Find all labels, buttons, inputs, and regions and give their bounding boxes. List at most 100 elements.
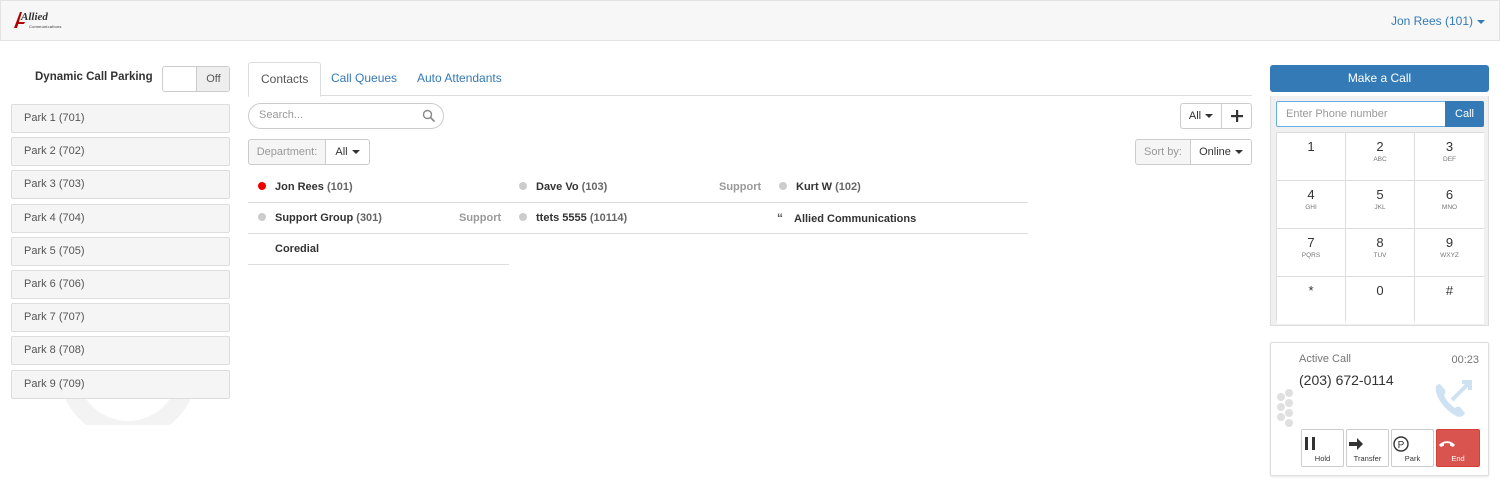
- key-digit: 4: [1307, 187, 1315, 202]
- key-letters: GHI: [1305, 204, 1317, 211]
- key-letters: WXYZ: [1440, 252, 1459, 259]
- key-5[interactable]: 5 JKL: [1346, 181, 1414, 228]
- drag-handle[interactable]: [1277, 389, 1293, 431]
- park-slot-705[interactable]: Park 5 (705): [11, 236, 230, 266]
- sort-value: Online: [1199, 146, 1231, 158]
- tab-contacts[interactable]: Contacts: [248, 62, 322, 97]
- hold-button[interactable]: Hold: [1301, 429, 1344, 467]
- contacts-row: Support Group (301) Support ttets 5555 (…: [248, 203, 1028, 234]
- contact-department: Support: [459, 212, 502, 224]
- contact-ttets-5555[interactable]: ttets 5555 (10114): [519, 203, 627, 234]
- contact-jon-rees[interactable]: Jon Rees (101): [258, 172, 353, 203]
- contact-search: [248, 103, 444, 129]
- key-6[interactable]: 6 MNO: [1415, 181, 1484, 228]
- key-digit: 3: [1445, 139, 1454, 154]
- toggle-knob: [163, 67, 197, 91]
- phone-transfer-icon: [1435, 380, 1472, 417]
- transfer-button[interactable]: Transfer: [1346, 429, 1389, 467]
- key-letters: ABC: [1373, 156, 1387, 163]
- key-3[interactable]: 3 DEF: [1415, 133, 1484, 180]
- call-timer: 00:23: [1451, 354, 1479, 366]
- key-4[interactable]: 4 GHI: [1277, 181, 1345, 228]
- sort-dropdown[interactable]: Online: [1190, 139, 1252, 165]
- active-call-number: (203) 672-0114: [1299, 372, 1394, 388]
- contact-dave-vo[interactable]: Dave Vo (103): [519, 172, 607, 203]
- logo-text: Allied: [21, 11, 48, 23]
- department-dropdown[interactable]: All: [325, 139, 370, 165]
- status-offline-dot: [779, 182, 787, 191]
- park-button[interactable]: P Park: [1391, 429, 1434, 467]
- department-label: Department:: [248, 139, 326, 165]
- park-slot-708[interactable]: Park 8 (708): [11, 336, 230, 366]
- status-offline-dot: [519, 213, 527, 222]
- user-menu-label: Jon Rees (101): [1390, 14, 1473, 28]
- quote-icon: “: [777, 211, 783, 225]
- search-input[interactable]: [259, 109, 419, 121]
- status-offline-dot: [519, 182, 527, 191]
- chevron-down-icon: [351, 150, 360, 155]
- call-parking-toggle[interactable]: Off: [162, 66, 230, 92]
- key-digit: 1: [1307, 139, 1315, 154]
- contact-name: Jon Rees: [275, 181, 324, 193]
- contact-department: Support: [719, 181, 762, 193]
- tab-call-queues[interactable]: Call Queues: [319, 62, 409, 96]
- key-letters: PQRS: [1301, 252, 1321, 259]
- allied-logo[interactable]: Allied Communications: [13, 11, 69, 33]
- park-list: Park 1 (701) Park 2 (702) Park 3 (703) P…: [11, 104, 230, 403]
- contact-support-group[interactable]: Support Group (301): [258, 203, 382, 234]
- park-slot-706[interactable]: Park 6 (706): [11, 269, 230, 299]
- key-letters: DEF: [1443, 156, 1456, 163]
- park-label: Park: [1404, 454, 1421, 463]
- svg-text:P: P: [1398, 440, 1405, 451]
- add-contact-button[interactable]: [1221, 103, 1252, 129]
- park-slot-704[interactable]: Park 4 (704): [11, 203, 230, 233]
- make-a-call-header[interactable]: Make a Call: [1270, 65, 1489, 92]
- key-2[interactable]: 2 ABC: [1346, 133, 1414, 180]
- end-call-button[interactable]: End: [1436, 429, 1480, 467]
- hold-label: Hold: [1314, 454, 1331, 463]
- contact-kurt-w[interactable]: Kurt W (102): [779, 172, 861, 203]
- contact-name: Support Group: [275, 212, 354, 224]
- dialer-panel: Call 1 2 ABC 3 DEF 4 GHI 5 JKL 6 MNO 7 PQRS 8 T…: [1270, 96, 1489, 326]
- tab-auto-attendants[interactable]: Auto Attendants: [405, 62, 514, 96]
- contact-allied-communications[interactable]: “ Allied Communications: [777, 203, 916, 234]
- user-menu[interactable]: Jon Rees (101): [1391, 14, 1485, 28]
- phone-number-input[interactable]: [1276, 101, 1446, 127]
- key-digit: 6: [1445, 187, 1454, 202]
- key-hash[interactable]: #: [1415, 277, 1484, 324]
- park-slot-703[interactable]: Park 3 (703): [11, 170, 230, 200]
- key-star[interactable]: *: [1277, 277, 1345, 324]
- key-7[interactable]: 7 PQRS: [1277, 229, 1345, 276]
- contact-coredial[interactable]: Coredial: [275, 234, 319, 265]
- chevron-down-icon: [1234, 150, 1243, 155]
- key-9[interactable]: 9 WXYZ: [1415, 229, 1484, 276]
- contact-ext: (101): [326, 181, 353, 193]
- park-slot-701[interactable]: Park 1 (701): [11, 104, 230, 133]
- filter-all-dropdown[interactable]: All: [1180, 103, 1222, 129]
- search-icon[interactable]: [422, 109, 436, 123]
- contacts-row: Jon Rees (101) Dave Vo (103) Support Kur…: [248, 172, 1028, 203]
- key-1[interactable]: 1: [1277, 133, 1345, 180]
- key-digit: 9: [1445, 235, 1454, 250]
- contact-ext: (102): [835, 181, 861, 193]
- transfer-label: Transfer: [1353, 454, 1382, 463]
- park-slot-709[interactable]: Park 9 (709): [11, 369, 230, 399]
- hangup-icon: [1439, 441, 1455, 447]
- park-slot-707[interactable]: Park 7 (707): [11, 303, 230, 333]
- key-8[interactable]: 8 TUV: [1346, 229, 1414, 276]
- call-button[interactable]: Call: [1445, 101, 1484, 127]
- parking-icon: P: [1393, 436, 1409, 452]
- contact-name: Coredial: [275, 243, 320, 255]
- key-digit: 0: [1376, 283, 1384, 298]
- arrow-right-icon: [1349, 438, 1363, 450]
- key-letters: TUV: [1373, 252, 1387, 259]
- active-call-card: Active Call 00:23 (203) 672-0114 Hold Tr…: [1270, 342, 1489, 476]
- end-label: End: [1451, 454, 1465, 463]
- contacts-row: Coredial: [248, 234, 509, 265]
- toggle-state-label: Off: [197, 67, 229, 91]
- contact-name: Kurt W: [796, 181, 833, 193]
- key-0[interactable]: 0: [1346, 277, 1414, 324]
- park-slot-702[interactable]: Park 2 (702): [11, 137, 230, 167]
- logo-subtext: Communications: [29, 24, 62, 29]
- status-offline-dot: [258, 213, 266, 222]
